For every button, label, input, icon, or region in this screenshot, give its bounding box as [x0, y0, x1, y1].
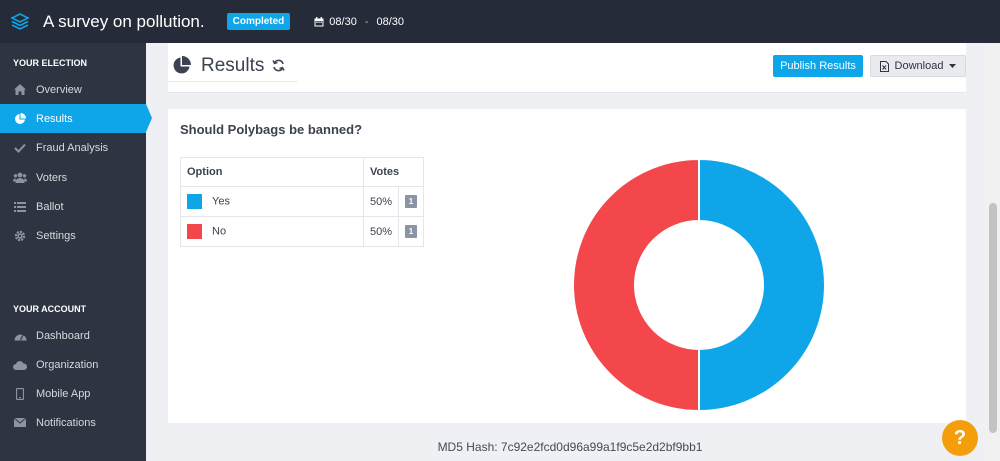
sidebar-item-label: Voters	[36, 171, 68, 184]
page-title: Results	[201, 55, 265, 76]
sidebar-item-label: Overview	[36, 83, 82, 96]
sidebar-item-label: Organization	[36, 358, 99, 371]
pie-chart-icon	[13, 112, 27, 125]
option-label: No	[212, 225, 227, 238]
election-title: A survey on pollution.	[43, 11, 205, 31]
donut-slice-yes[interactable]	[698, 158, 826, 413]
sidebar-item-overview[interactable]: Overview	[0, 75, 146, 104]
sidebar-item-organization[interactable]: Organization	[0, 350, 146, 379]
download-label: Download	[894, 60, 944, 72]
sidebar-item-voters[interactable]: Voters	[0, 163, 146, 192]
question-results-card: Should Polybags be banned? Option Votes …	[168, 109, 966, 423]
vote-percent: 50%	[363, 186, 399, 217]
sidebar-item-mobile-app[interactable]: Mobile App	[0, 379, 146, 408]
date-start: 08/30	[329, 15, 357, 28]
date-end: 08/30	[376, 15, 405, 28]
option-label: Yes	[212, 195, 230, 208]
vote-count-badge: 1	[405, 225, 417, 238]
top-bar: A survey on pollution. Completed 08/30 -…	[0, 0, 1000, 43]
column-header-votes: Votes	[363, 157, 424, 187]
sidebar-item-results[interactable]: Results	[0, 104, 152, 133]
sidebar-item-settings[interactable]: Settings	[0, 221, 146, 250]
sidebar-item-label: Dashboard	[36, 329, 90, 342]
gear-icon	[13, 230, 27, 242]
users-icon	[13, 172, 27, 183]
sidebar-item-label: Results	[36, 112, 73, 125]
publish-results-button[interactable]: Publish Results	[773, 55, 863, 77]
sidebar-item-label: Ballot	[36, 200, 64, 213]
dashboard-icon	[13, 331, 27, 341]
sidebar-item-notifications[interactable]: Notifications	[0, 408, 146, 437]
caret-down-icon	[949, 64, 957, 68]
date-range: 08/30 - 08/30	[314, 16, 404, 28]
pie-chart-icon	[172, 56, 191, 80]
sidebar-item-label: Mobile App	[36, 387, 91, 400]
sidebar-item-label: Notifications	[36, 416, 96, 429]
vote-count-cell: 1	[398, 216, 424, 247]
sidebar-item-dashboard[interactable]: Dashboard	[0, 321, 146, 350]
option-cell: No	[180, 216, 364, 247]
option-cell: Yes	[180, 186, 364, 217]
calendar-icon	[314, 16, 324, 26]
sidebar-item-ballot[interactable]: Ballot	[0, 192, 146, 221]
check-icon	[13, 143, 27, 153]
table-row: No 50% 1	[180, 216, 424, 247]
results-donut-chart	[572, 158, 826, 413]
vote-count-badge: 1	[405, 195, 417, 208]
date-separator: -	[364, 15, 369, 28]
vote-percent: 50%	[363, 216, 399, 247]
refresh-icon[interactable]	[272, 59, 285, 77]
donut-slice-no[interactable]	[572, 158, 700, 413]
vote-count-cell: 1	[398, 186, 424, 217]
sidebar-item-fraud-analysis[interactable]: Fraud Analysis	[0, 133, 146, 162]
sidebar-heading-election: YOUR ELECTION	[13, 58, 88, 68]
results-table: Option Votes Yes 50% 1 No 50% 1	[180, 157, 424, 247]
scrollbar-thumb[interactable]	[989, 203, 997, 433]
sidebar-item-label: Fraud Analysis	[36, 141, 109, 154]
table-row: Yes 50% 1	[180, 186, 424, 217]
column-header-option: Option	[180, 157, 364, 187]
excel-file-icon	[879, 60, 889, 72]
sidebar-item-label: Settings	[36, 229, 76, 242]
help-button[interactable]: ?	[942, 420, 978, 456]
home-icon	[13, 84, 27, 95]
envelope-icon	[13, 418, 27, 427]
results-header: Results Publish Results Download	[168, 43, 966, 93]
sidebar-heading-account: YOUR ACCOUNT	[13, 304, 87, 314]
scrollbar[interactable]	[986, 43, 1000, 461]
mobile-icon	[13, 387, 27, 400]
list-icon	[13, 201, 27, 212]
status-badge: Completed	[226, 13, 291, 30]
title-divider	[168, 81, 298, 82]
cloud-icon	[13, 360, 27, 370]
option-color-swatch	[187, 194, 202, 209]
download-button[interactable]: Download	[870, 55, 966, 77]
md5-hash: MD5 Hash: 7c92e2fcd0d96a99a1f9c5e2d2bf9b…	[437, 440, 703, 454]
sidebar: YOUR ELECTION Overview Results Fraud Ana…	[0, 43, 152, 461]
question-title: Should Polybags be banned?	[180, 122, 363, 137]
table-header-row: Option Votes	[180, 157, 424, 187]
layers-logo-icon[interactable]	[9, 11, 31, 33]
option-color-swatch	[187, 224, 202, 239]
